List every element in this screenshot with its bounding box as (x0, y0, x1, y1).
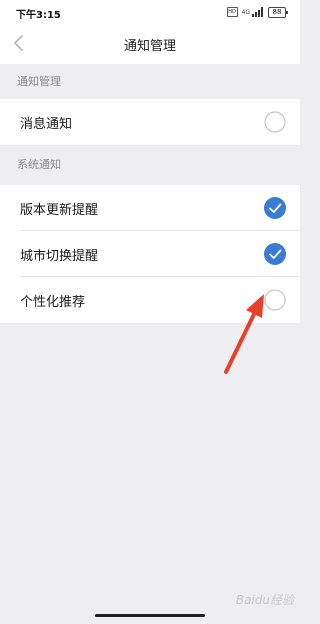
setting-row-label: 消息通知 (20, 117, 73, 132)
network-label: 4G (241, 8, 250, 16)
setting-row-label: 版本更新提醒 (20, 203, 99, 218)
sim-icon: HD (226, 7, 238, 17)
section-header-system: 系统通知 (0, 145, 300, 185)
setting-row-label: 个性化推荐 (20, 295, 86, 310)
section-header-notification: 通知管理 (0, 64, 300, 99)
home-indicator[interactable] (95, 614, 205, 617)
checked-circle-icon[interactable] (264, 197, 286, 219)
page-title: 通知管理 (123, 39, 176, 54)
status-time: 下午3:15 (16, 10, 61, 21)
setting-row-city-switch[interactable]: 城市切换提醒 (0, 231, 300, 277)
annotation-arrow-icon (224, 294, 264, 374)
unchecked-circle-icon[interactable] (264, 111, 286, 133)
status-icons: HD 4G 88 (226, 6, 288, 18)
setting-row-label: 城市切换提醒 (20, 249, 99, 264)
signal-icon (252, 7, 263, 17)
nav-bar: 通知管理 (0, 24, 300, 64)
battery-icon: 88 (268, 6, 288, 18)
checked-circle-icon[interactable] (264, 243, 286, 265)
setting-row-version-update[interactable]: 版本更新提醒 (0, 185, 300, 231)
status-bar: 下午3:15 HD 4G 88 (0, 0, 300, 24)
watermark: Baidu经验 (235, 593, 294, 607)
setting-row-message-notification[interactable]: 消息通知 (0, 99, 300, 145)
